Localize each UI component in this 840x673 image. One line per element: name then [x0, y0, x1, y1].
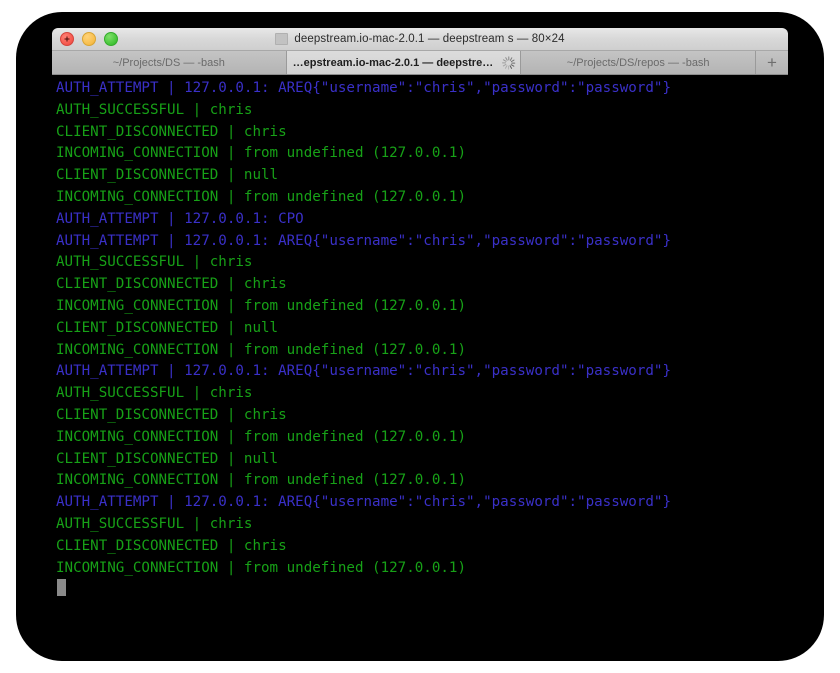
terminal-text: INCOMING_CONNECTION | from undefined (12…: [56, 559, 466, 576]
window-title-group: deepstream.io-mac-2.0.1 — deepstream s —…: [275, 33, 564, 45]
terminal-text: CLIENT_DISCONNECTED | null: [56, 319, 279, 336]
terminal-line: INCOMING_CONNECTION | from undefined (12…: [56, 296, 788, 318]
terminal-line: AUTH_SUCCESSFUL | chris: [56, 383, 788, 405]
terminal-line: INCOMING_CONNECTION | from undefined (12…: [56, 558, 788, 580]
terminal-lines: AUTH_ATTEMPT | 127.0.0.1: AREQ{"username…: [56, 78, 788, 601]
tab-bar: ~/Projects/DS — -bash …epstream.io-mac-2…: [52, 51, 788, 75]
terminal-line: CLIENT_DISCONNECTED | null: [56, 449, 788, 471]
terminal-text: INCOMING_CONNECTION | from undefined (12…: [56, 472, 466, 489]
terminal-line: AUTH_SUCCESSFUL | chris: [56, 514, 788, 536]
terminal-text: CLIENT_DISCONNECTED | chris: [56, 123, 287, 140]
terminal-text: AUTH_ATTEMPT | 127.0.0.1: AREQ{"username…: [56, 80, 671, 96]
terminal-text: CLIENT_DISCONNECTED | chris: [56, 276, 287, 293]
window-title: deepstream.io-mac-2.0.1 — deepstream s —…: [294, 33, 565, 45]
terminal-line: CLIENT_DISCONNECTED | null: [56, 165, 788, 187]
terminal-line: AUTH_ATTEMPT | 127.0.0.1: AREQ{"username…: [56, 231, 788, 253]
terminal-text: INCOMING_CONNECTION | from undefined (12…: [56, 428, 466, 445]
tab-label: ~/Projects/DS/repos — -bash: [566, 56, 710, 69]
terminal-line: INCOMING_CONNECTION | from undefined (12…: [56, 427, 788, 449]
close-button[interactable]: [60, 32, 74, 46]
terminal-line: AUTH_SUCCESSFUL | chris: [56, 252, 788, 274]
terminal-line: INCOMING_CONNECTION | from undefined (12…: [56, 340, 788, 362]
terminal-line: CLIENT_DISCONNECTED | chris: [56, 536, 788, 558]
terminal-line: CLIENT_DISCONNECTED | null: [56, 318, 788, 340]
screenshot-root: deepstream.io-mac-2.0.1 — deepstream s —…: [0, 0, 840, 673]
terminal-text: INCOMING_CONNECTION | from undefined (12…: [56, 145, 466, 162]
terminal-text: AUTH_SUCCESSFUL | chris: [56, 254, 253, 271]
tab-deepstream-active[interactable]: …epstream.io-mac-2.0.1 — deepstream s: [286, 51, 522, 74]
terminal-text: AUTH_SUCCESSFUL | chris: [56, 515, 253, 532]
zoom-button[interactable]: [104, 32, 118, 46]
tab-projects-ds-repos[interactable]: ~/Projects/DS/repos — -bash: [521, 51, 757, 74]
activity-spinner-icon: [501, 55, 516, 70]
terminal-line: AUTH_ATTEMPT | 127.0.0.1: AREQ{"username…: [56, 78, 788, 100]
terminal-text: INCOMING_CONNECTION | from undefined (12…: [56, 188, 466, 205]
terminal-line: INCOMING_CONNECTION | from undefined (12…: [56, 143, 788, 165]
terminal-text: AUTH_ATTEMPT | 127.0.0.1: AREQ{"username…: [56, 232, 671, 249]
terminal-line: CLIENT_DISCONNECTED | chris: [56, 405, 788, 427]
new-tab-button[interactable]: +: [756, 51, 788, 74]
terminal-text: INCOMING_CONNECTION | from undefined (12…: [56, 341, 466, 358]
terminal-line: INCOMING_CONNECTION | from undefined (12…: [56, 470, 788, 492]
terminal-line: AUTH_ATTEMPT | 127.0.0.1: CPO: [56, 209, 788, 231]
terminal-prompt-line: [56, 579, 788, 601]
terminal-output-area[interactable]: AUTH_ATTEMPT | 127.0.0.1: AREQ{"username…: [52, 75, 788, 601]
text-cursor: [57, 579, 66, 597]
terminal-line: AUTH_ATTEMPT | 127.0.0.1: AREQ{"username…: [56, 492, 788, 514]
terminal-line: AUTH_SUCCESSFUL | chris: [56, 100, 788, 122]
tab-projects-ds[interactable]: ~/Projects/DS — -bash: [52, 51, 287, 74]
terminal-text: AUTH_ATTEMPT | 127.0.0.1: CPO: [56, 210, 304, 227]
window-controls: [60, 28, 118, 50]
tab-label: ~/Projects/DS — -bash: [112, 56, 225, 69]
folder-proxy-icon[interactable]: [275, 33, 289, 45]
terminal-line: AUTH_ATTEMPT | 127.0.0.1: AREQ{"username…: [56, 361, 788, 383]
window-title-bar[interactable]: deepstream.io-mac-2.0.1 — deepstream s —…: [52, 28, 788, 51]
tab-label: …epstream.io-mac-2.0.1 — deepstream s: [292, 56, 499, 69]
terminal-text: CLIENT_DISCONNECTED | chris: [56, 537, 287, 554]
terminal-text: INCOMING_CONNECTION | from undefined (12…: [56, 297, 466, 314]
terminal-line: INCOMING_CONNECTION | from undefined (12…: [56, 187, 788, 209]
terminal-line: CLIENT_DISCONNECTED | chris: [56, 122, 788, 144]
terminal-text: AUTH_ATTEMPT | 127.0.0.1: AREQ{"username…: [56, 494, 671, 511]
terminal-line: CLIENT_DISCONNECTED | chris: [56, 274, 788, 296]
minimize-button[interactable]: [82, 32, 96, 46]
terminal-text: AUTH_ATTEMPT | 127.0.0.1: AREQ{"username…: [56, 363, 671, 380]
terminal-text: AUTH_SUCCESSFUL | chris: [56, 385, 253, 402]
terminal-text: CLIENT_DISCONNECTED | null: [56, 167, 279, 184]
terminal-text: AUTH_SUCCESSFUL | chris: [56, 101, 253, 118]
terminal-text: CLIENT_DISCONNECTED | chris: [56, 406, 287, 423]
terminal-text: CLIENT_DISCONNECTED | null: [56, 450, 279, 467]
terminal-window: deepstream.io-mac-2.0.1 — deepstream s —…: [52, 28, 788, 601]
